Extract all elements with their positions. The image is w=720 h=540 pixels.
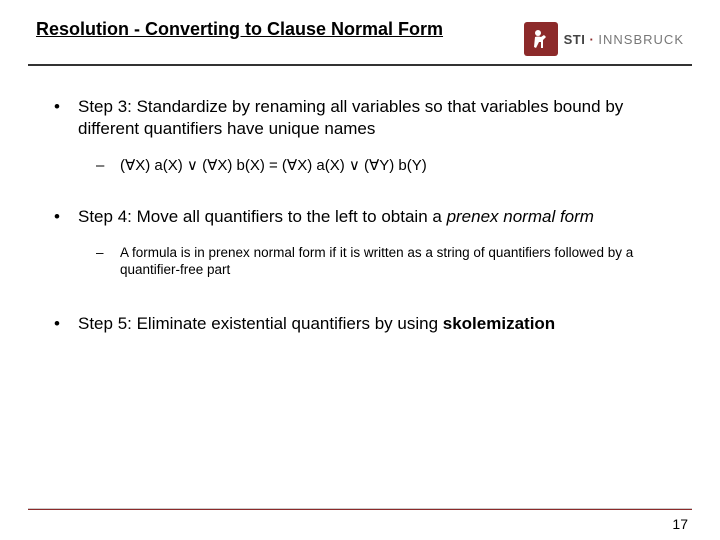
sub-dash: – — [96, 156, 120, 176]
formula-text: (∀X) a(X) ∨ (∀X) b(X) = (∀X) a(X) ∨ (∀Y)… — [120, 156, 670, 176]
logo-innsbruck: INNSBRUCK — [598, 32, 684, 47]
step-5: • Step 5: Eliminate existential quantifi… — [50, 313, 670, 335]
bullet-dot: • — [50, 313, 78, 335]
footer-rule — [28, 508, 692, 510]
step-4-lead: Step 4: Move all quantifiers to the left… — [78, 207, 447, 226]
page-number: 17 — [672, 516, 688, 532]
bullet-dot: • — [50, 206, 78, 228]
step-5-text: Step 5: Eliminate existential quantifier… — [78, 313, 670, 335]
logo-text: STI · INNSBRUCK — [564, 32, 684, 47]
step-3: • Step 3: Standardize by renaming all va… — [50, 96, 670, 140]
logo-sti: STI — [564, 32, 586, 47]
logo-icon — [524, 22, 558, 56]
step-3-formula: – (∀X) a(X) ∨ (∀X) b(X) = (∀X) a(X) ∨ (∀… — [96, 156, 670, 176]
step-4-sub: – A formula is in prenex normal form if … — [96, 244, 670, 279]
sti-logo: STI · INNSBRUCK — [524, 22, 684, 56]
step-4-text: Step 4: Move all quantifiers to the left… — [78, 206, 670, 228]
step-5-term: skolemization — [443, 314, 555, 333]
step-3-text: Step 3: Standardize by renaming all vari… — [78, 96, 670, 140]
slide-title: Resolution - Converting to Clause Normal… — [36, 18, 443, 41]
step-5-lead: Step 5: Eliminate existential quantifier… — [78, 314, 443, 333]
bullet-dot: • — [50, 96, 78, 140]
slide-header: Resolution - Converting to Clause Normal… — [0, 0, 720, 64]
step-4-sub-text: A formula is in prenex normal form if it… — [120, 244, 670, 279]
logo-dot: · — [585, 32, 598, 47]
step-4: • Step 4: Move all quantifiers to the le… — [50, 206, 670, 228]
slide-content: • Step 3: Standardize by renaming all va… — [0, 66, 720, 335]
step-4-term: prenex normal form — [447, 207, 594, 226]
sub-dash: – — [96, 244, 120, 279]
